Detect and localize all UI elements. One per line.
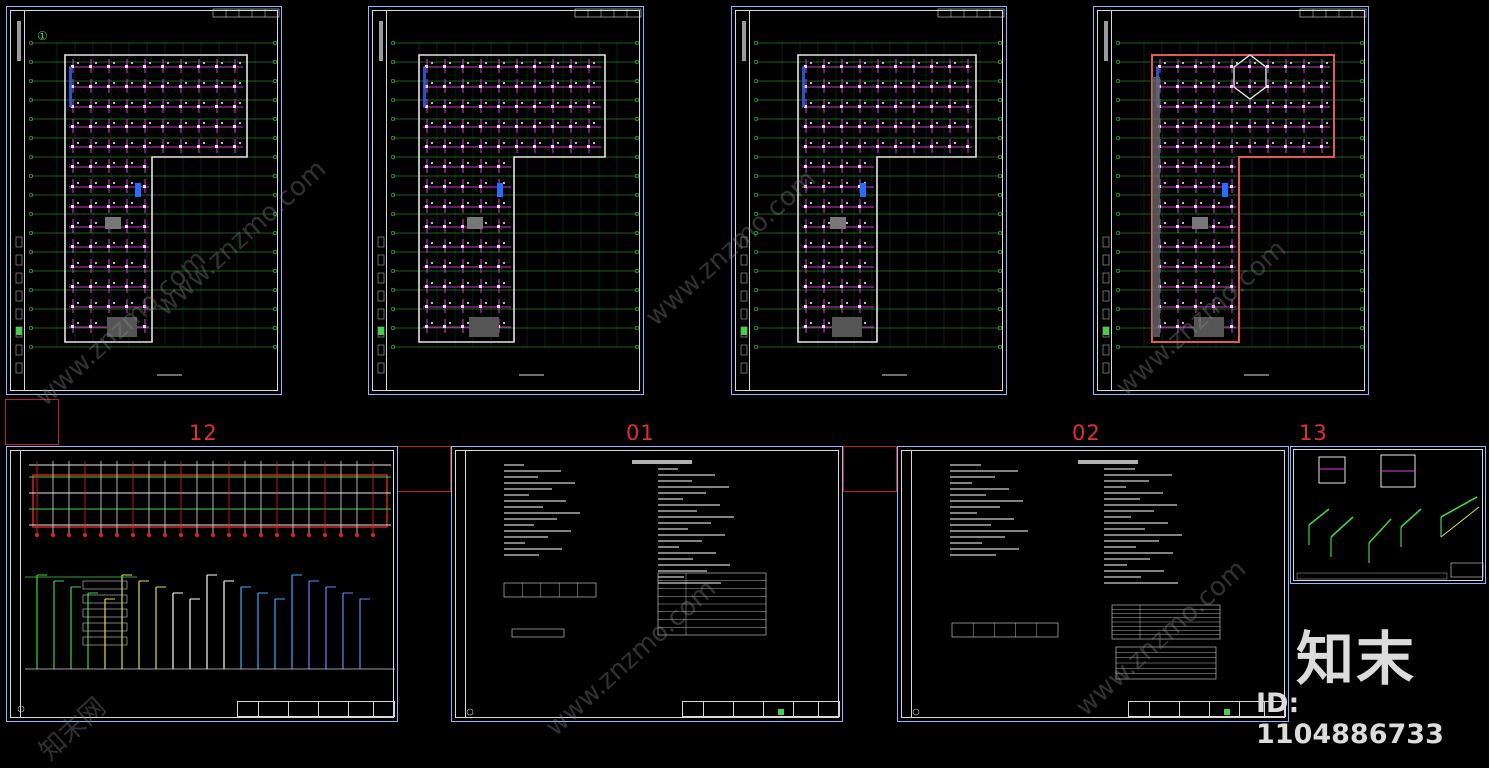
detail-sheet-13[interactable] [1290,446,1486,584]
design-notes-drawing-02 [912,460,1230,716]
floor-plan-drawing-3 [740,8,1005,376]
floor-plan-drawing-1 [15,8,280,376]
sheet-number-02: 02 [1072,421,1101,445]
pipe-schematic-sheet[interactable] [6,446,398,722]
sheet-number-13: 13 [1299,421,1328,445]
sheet-number-01: 01 [626,421,655,445]
selection-marker-box [843,446,897,492]
floor-plan-sheet-2[interactable] [368,6,644,395]
selection-marker-box [5,399,59,445]
brand-logo: 知末 [1296,625,1417,693]
floor-plan-sheet-1[interactable]: ① [6,6,282,395]
design-notes-sheet-02[interactable] [897,446,1289,722]
floor-plan-sheet-3[interactable] [731,6,1007,395]
selection-marker-box [397,446,451,492]
floor-plan-drawing-4 [1102,8,1367,376]
design-notes-drawing-01 [466,460,784,716]
floor-plan-drawing-2 [377,8,642,376]
design-notes-sheet-01[interactable] [451,446,843,722]
brand-id: ID: 1104886733 [1256,688,1444,750]
pipe-schematic-drawing [17,461,395,713]
sheet-number-12: 12 [189,421,218,445]
detail-drawing-13 [1296,454,1484,580]
floor-plan-sheet-4[interactable] [1093,6,1369,395]
